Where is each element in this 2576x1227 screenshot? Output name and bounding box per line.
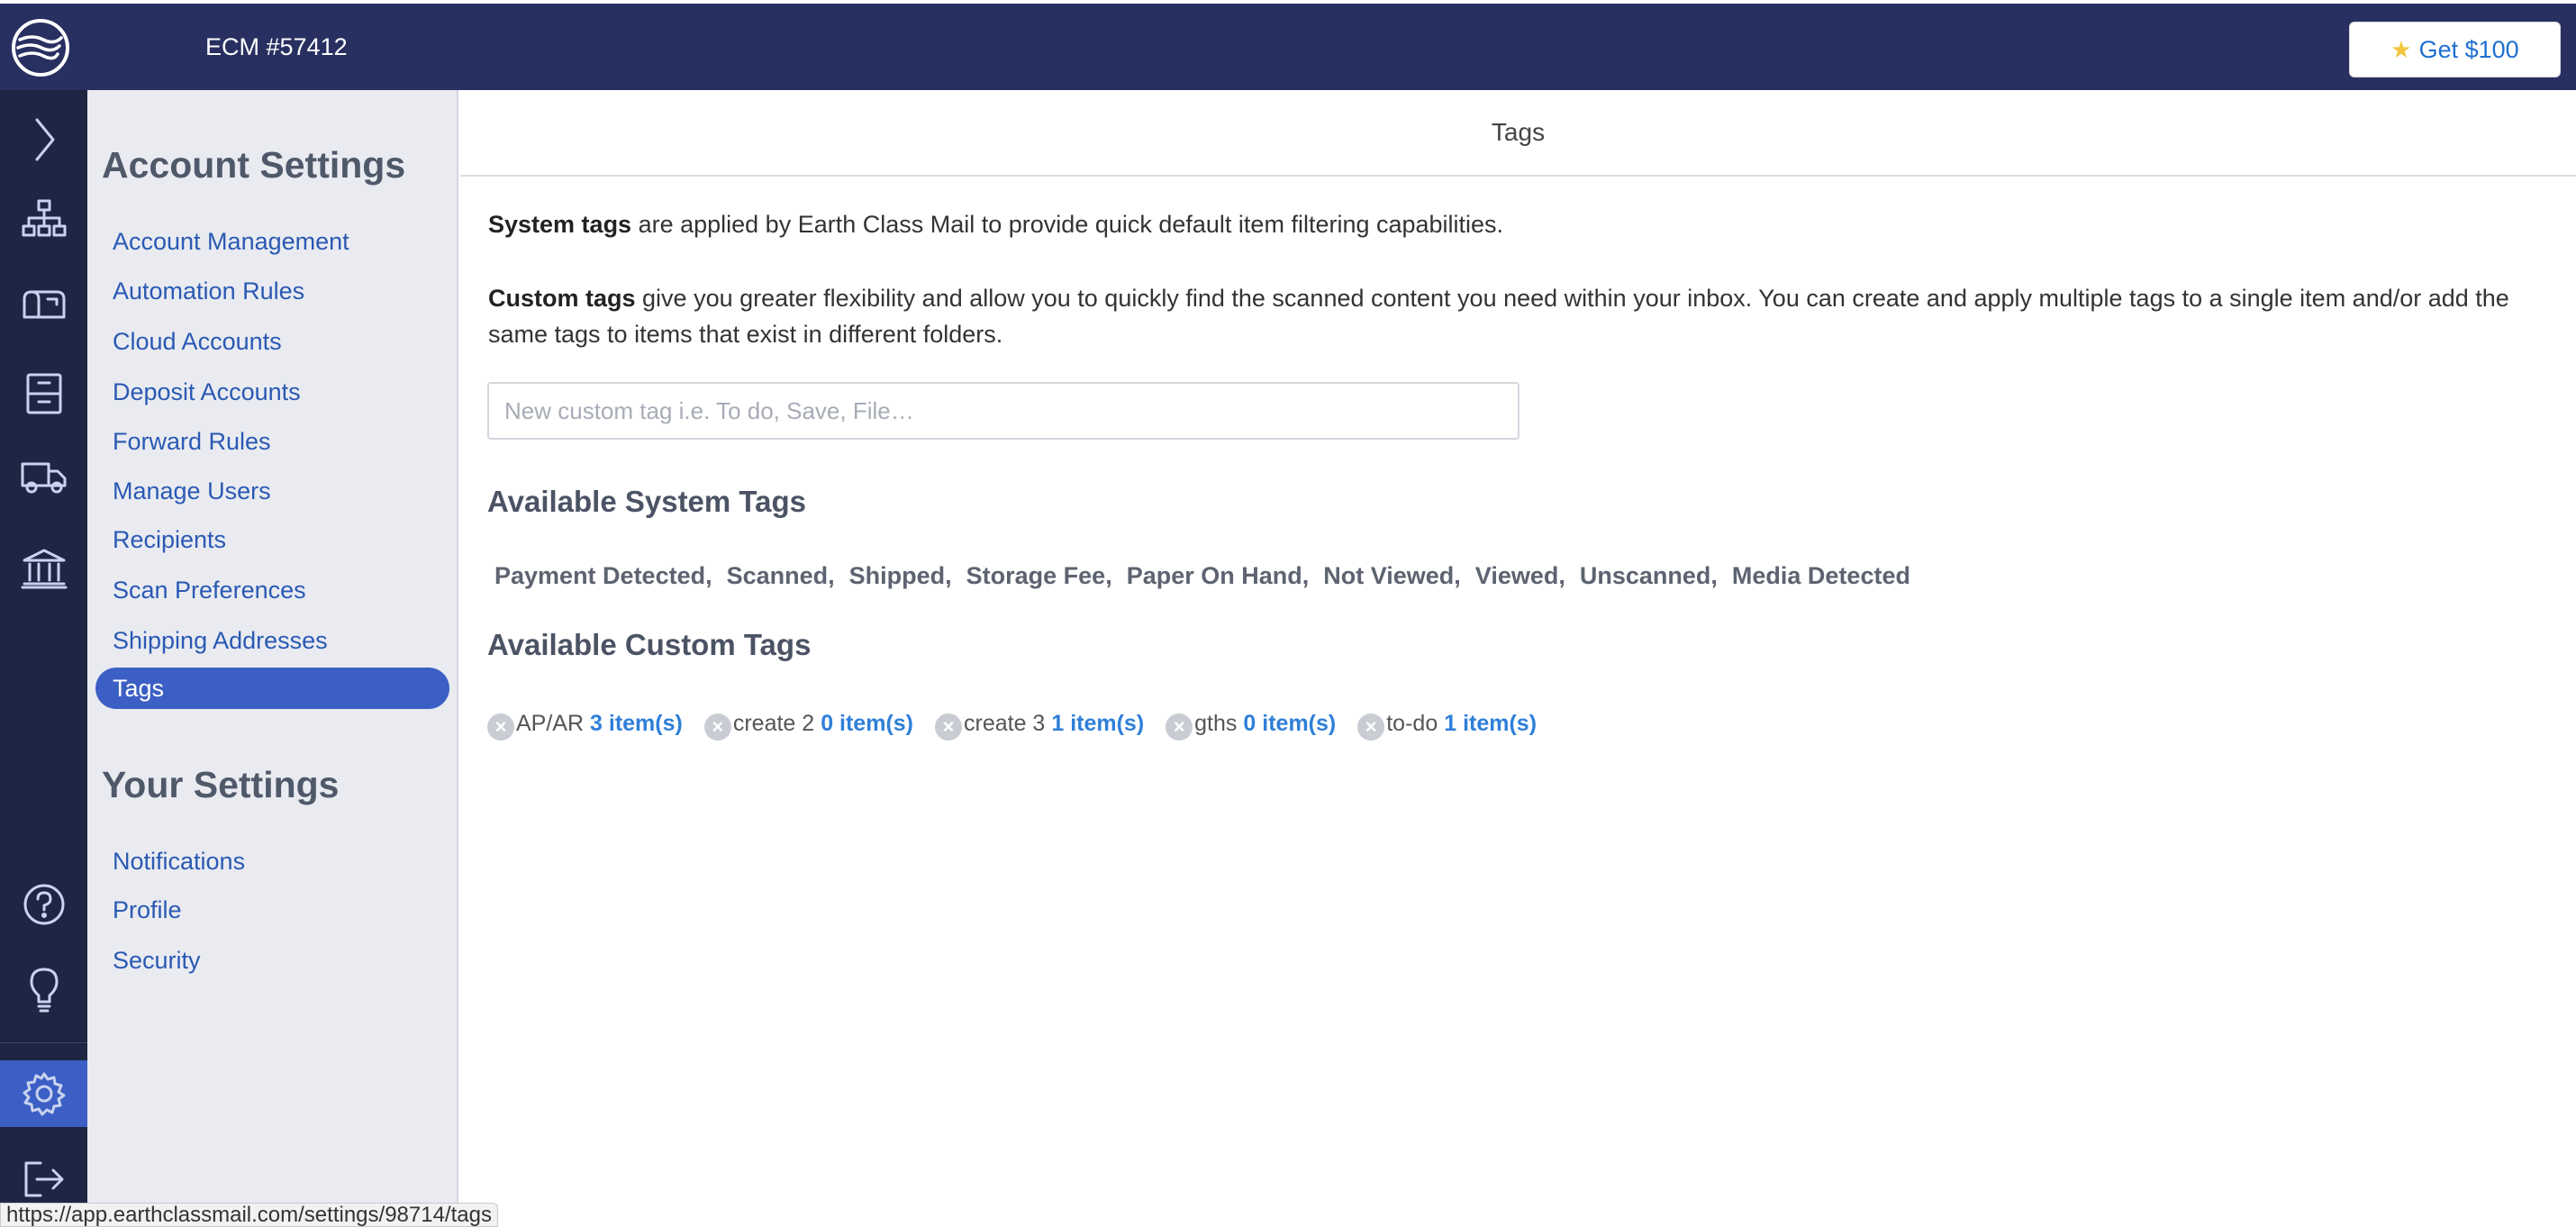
top-bar: ECM #57412 ★ Get $100 <box>0 4 2576 90</box>
system-tags-term: System tags <box>488 211 632 238</box>
delivery-truck-icon[interactable] <box>0 443 87 510</box>
system-tag: Media Detected <box>1731 562 1910 589</box>
system-tag: Storage Fee, <box>966 562 1112 589</box>
settings-sidebar: Account Settings Account Management Auto… <box>87 90 458 1227</box>
expand-chevron-icon[interactable] <box>0 106 87 173</box>
custom-tag-name: create 3 <box>964 710 1046 736</box>
system-tag: Shipped, <box>848 562 952 589</box>
mailbox-icon[interactable] <box>0 271 87 338</box>
sitemap-icon[interactable] <box>0 185 87 251</box>
sidebar-item-security[interactable]: Security <box>95 940 449 981</box>
bank-icon[interactable] <box>0 535 87 602</box>
sidebar-item-automation-rules[interactable]: Automation Rules <box>95 270 449 312</box>
custom-tag: × create 3 1 item(s) <box>935 706 1144 741</box>
custom-tag: × gths 0 item(s) <box>1166 706 1336 741</box>
rail-divider <box>0 1042 87 1043</box>
custom-tag: × to-do 1 item(s) <box>1357 706 1537 741</box>
main-content: Tags System tags are applied by Earth Cl… <box>460 90 2576 1227</box>
custom-tag-count-link[interactable]: 1 item(s) <box>1051 711 1144 737</box>
custom-tag-name: to-do <box>1386 710 1438 736</box>
your-settings-heading: Your Settings <box>102 764 340 805</box>
remove-tag-icon[interactable]: × <box>487 713 514 741</box>
star-icon: ★ <box>2390 35 2412 63</box>
system-tag: Scanned, <box>726 562 835 589</box>
sidebar-item-profile[interactable]: Profile <box>95 889 449 931</box>
system-tag: Viewed, <box>1474 562 1565 589</box>
sidebar-item-manage-users[interactable]: Manage Users <box>95 470 449 512</box>
sidebar-item-tags[interactable]: Tags <box>95 668 449 709</box>
sidebar-item-forward-rules[interactable]: Forward Rules <box>95 421 449 462</box>
account-settings-heading: Account Settings <box>102 144 406 186</box>
remove-tag-icon[interactable]: × <box>1166 713 1193 741</box>
system-tags-description-text: are applied by Earth Class Mail to provi… <box>631 211 1504 238</box>
page-title: Tags <box>460 90 2576 177</box>
sidebar-item-recipients[interactable]: Recipients <box>95 519 449 560</box>
custom-tags-description: Custom tags give you greater flexibility… <box>488 280 2551 352</box>
help-icon[interactable] <box>0 871 87 938</box>
system-tag: Unscanned, <box>1579 562 1718 589</box>
status-bar-url: https://app.earthclassmail.com/settings/… <box>0 1203 498 1227</box>
sidebar-item-deposit-accounts[interactable]: Deposit Accounts <box>95 371 449 413</box>
system-tags-list: Payment Detected, Scanned, Shipped, Stor… <box>494 562 1910 590</box>
sidebar-item-shipping-addresses[interactable]: Shipping Addresses <box>95 620 449 661</box>
custom-tag: × AP/AR 3 item(s) <box>487 706 683 741</box>
earth-class-mail-logo[interactable] <box>9 16 72 79</box>
available-system-tags-heading: Available System Tags <box>487 485 806 518</box>
system-tags-description: System tags are applied by Earth Class M… <box>488 206 2551 242</box>
custom-tag-name: gths <box>1194 710 1238 736</box>
custom-tag-name: AP/AR <box>516 710 585 736</box>
custom-tags-term: Custom tags <box>488 285 636 312</box>
gear-icon[interactable] <box>0 1060 87 1127</box>
custom-tags-description-text: give you greater flexibility and allow y… <box>488 285 2509 348</box>
lightbulb-icon[interactable] <box>0 957 87 1023</box>
account-title: ECM #57412 <box>205 33 348 60</box>
get-100-referral-button[interactable]: ★ Get $100 <box>2349 22 2561 77</box>
available-custom-tags-heading: Available Custom Tags <box>487 628 812 661</box>
system-tag: Paper On Hand, <box>1126 562 1310 589</box>
filing-cabinet-icon[interactable] <box>0 360 87 427</box>
sidebar-item-account-management[interactable]: Account Management <box>95 221 449 262</box>
icon-rail <box>0 90 87 1227</box>
sidebar-item-cloud-accounts[interactable]: Cloud Accounts <box>95 321 449 362</box>
custom-tag-count-link[interactable]: 0 item(s) <box>821 711 913 737</box>
remove-tag-icon[interactable]: × <box>935 713 962 741</box>
sidebar-item-notifications[interactable]: Notifications <box>95 841 449 882</box>
promo-button-label: Get $100 <box>2418 35 2519 63</box>
custom-tag-name: create 2 <box>732 710 815 736</box>
new-custom-tag-input[interactable] <box>487 382 1519 440</box>
custom-tag-count-link[interactable]: 3 item(s) <box>590 711 683 737</box>
custom-tag-count-link[interactable]: 0 item(s) <box>1243 711 1336 737</box>
custom-tags-list: × AP/AR 3 item(s) × create 2 0 item(s) ×… <box>487 706 1558 741</box>
remove-tag-icon[interactable]: × <box>1357 713 1385 741</box>
remove-tag-icon[interactable]: × <box>703 713 731 741</box>
sidebar-item-scan-preferences[interactable]: Scan Preferences <box>95 569 449 611</box>
system-tag: Not Viewed, <box>1323 562 1461 589</box>
system-tag: Payment Detected, <box>494 562 712 589</box>
custom-tag: × create 2 0 item(s) <box>703 706 913 741</box>
custom-tag-count-link[interactable]: 1 item(s) <box>1444 711 1537 737</box>
